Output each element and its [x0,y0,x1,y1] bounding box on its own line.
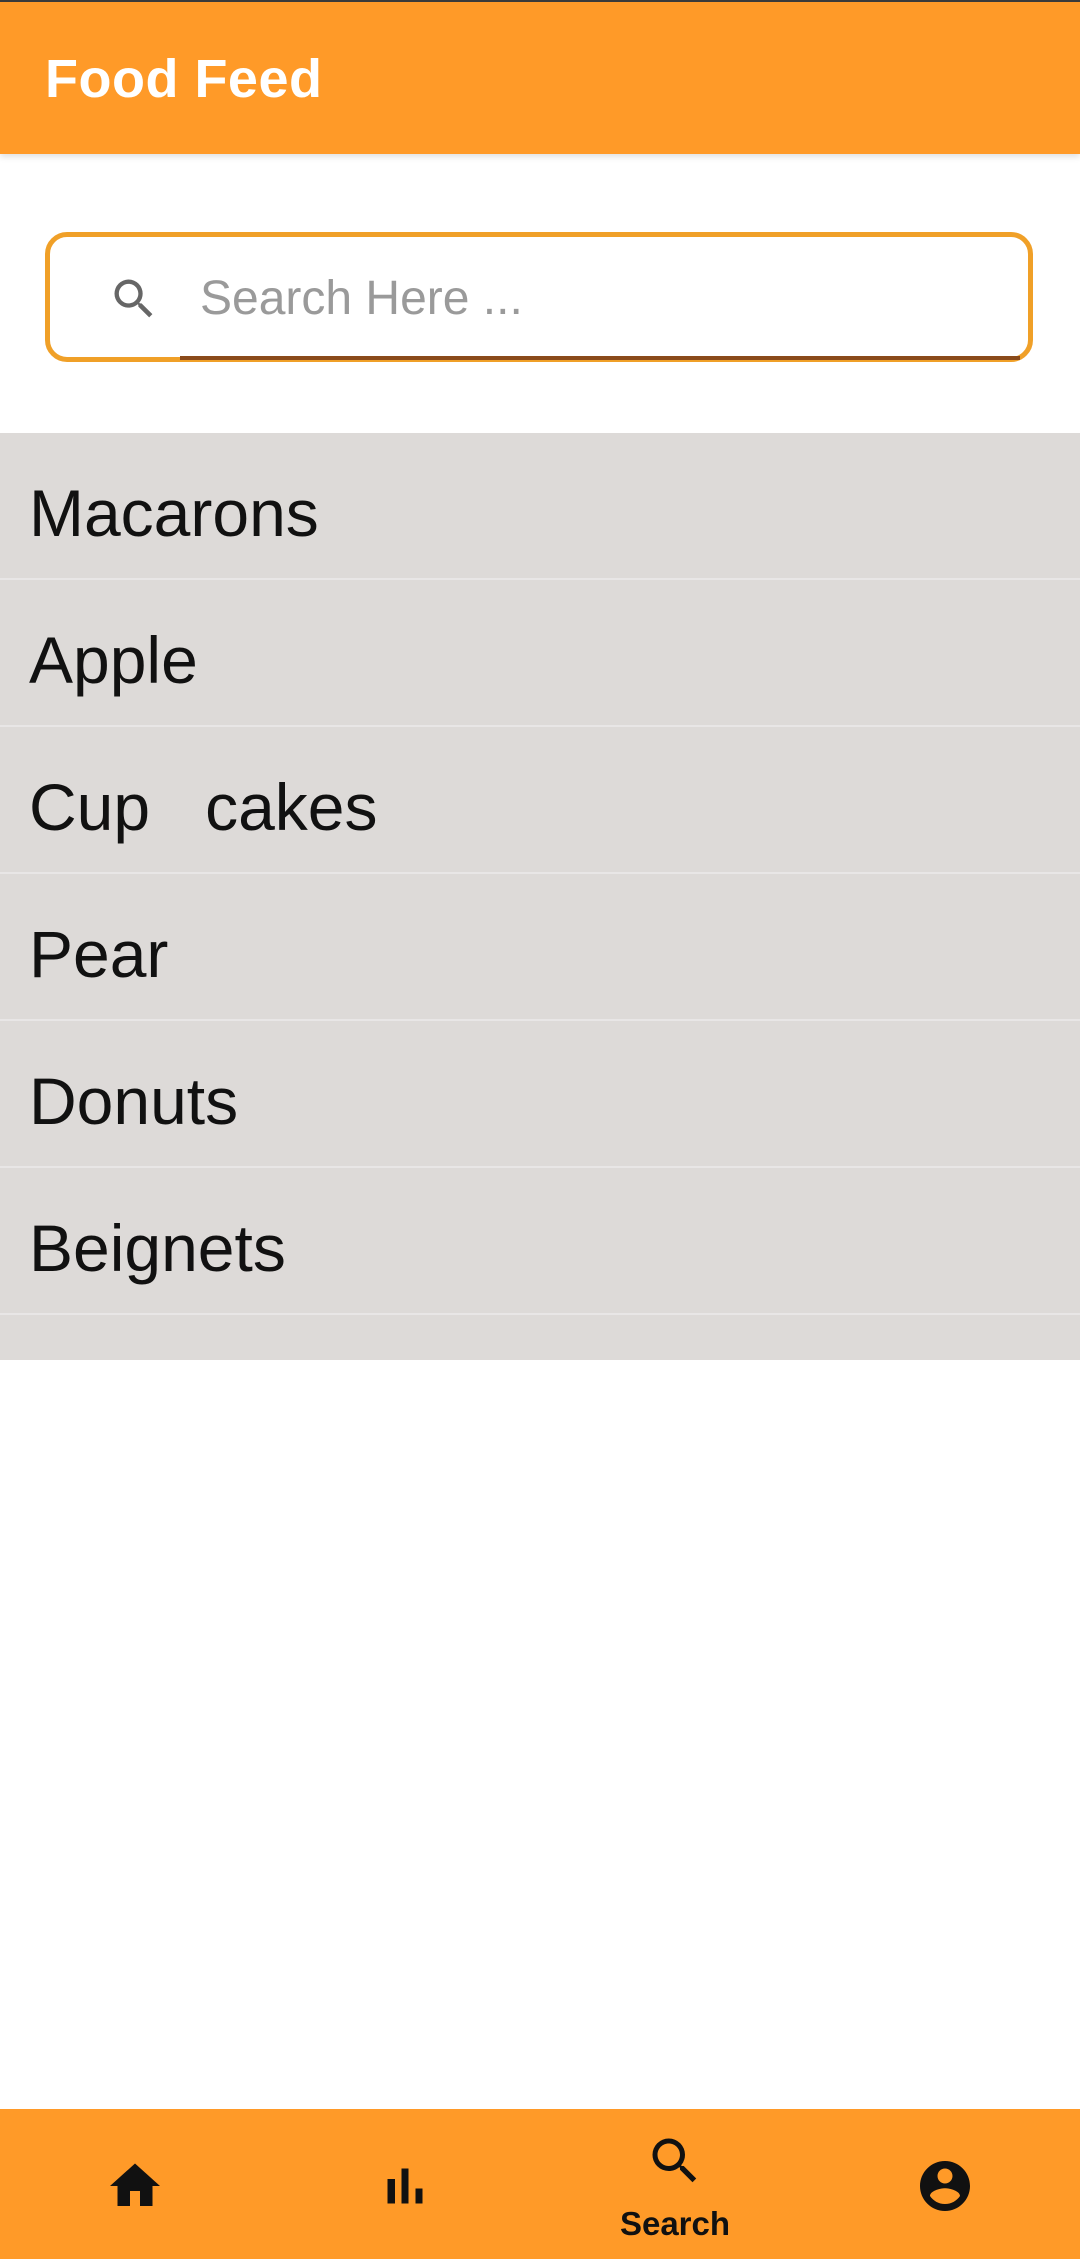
nav-profile[interactable] [810,2109,1080,2259]
list-item[interactable]: Pear [0,874,1080,1021]
top-app-bar: Food Feed [0,0,1080,154]
account-circle-icon [920,2161,970,2211]
list-item-label: Cup cakes [29,770,378,844]
list-item-label: Apple [29,623,198,697]
search-icon [114,279,153,318]
bar-chart-icon [387,2168,423,2204]
nav-stats[interactable] [270,2109,540,2259]
nav-home[interactable] [0,2109,270,2259]
food-list: Macarons Apple Cup cakes Pear Donuts Bei… [0,433,1080,1360]
search-input-underline [180,356,1020,360]
nav-search[interactable]: Search [540,2109,810,2259]
list-item-label: Beignets [29,1211,286,1285]
search-input[interactable] [200,257,980,339]
search-icon [652,2138,697,2183]
list-item[interactable]: Apple [0,580,1080,727]
search-box[interactable] [45,232,1033,362]
list-item-label: Donuts [29,1064,239,1138]
list-item[interactable]: Beignets [0,1168,1080,1315]
app-root: Food Feed Macarons Apple Cup cakes Pear … [0,0,1080,2259]
nav-search-label: Search [619,2205,731,2242]
home-icon [110,2163,160,2206]
bottom-navigation: Search [0,2109,1080,2259]
app-title: Food Feed [45,49,323,109]
list-item[interactable]: Cup cakes [0,727,1080,874]
list-item-label: Macarons [29,476,319,550]
list-item[interactable]: Donuts [0,1021,1080,1168]
list-item-label: Pear [29,917,169,991]
list-item[interactable]: Macarons [0,433,1080,580]
